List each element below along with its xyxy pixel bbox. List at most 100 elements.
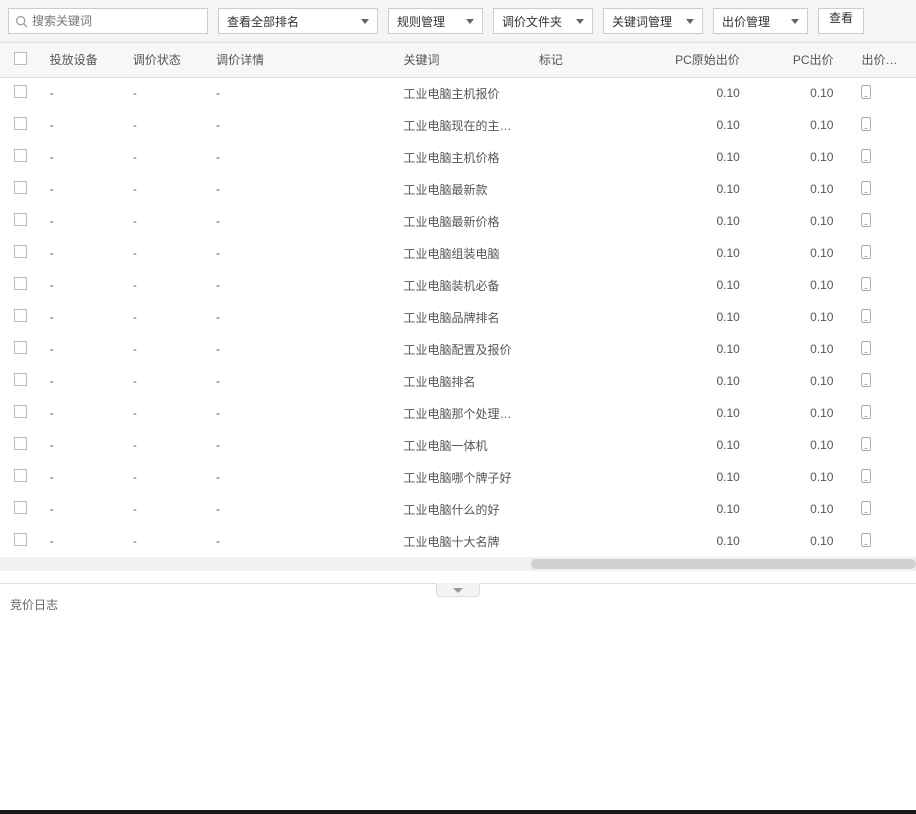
- mobile-icon: [861, 309, 871, 323]
- table-row[interactable]: ---工业电脑品牌排名0.100.10: [0, 301, 916, 333]
- table-row[interactable]: ---工业电脑十大名牌0.100.10: [0, 525, 916, 557]
- header-status[interactable]: 调价状态: [125, 43, 208, 77]
- row-checkbox[interactable]: [14, 149, 27, 162]
- cell-tag: [531, 493, 666, 525]
- cell-ratio: [853, 525, 916, 557]
- horizontal-scrollbar[interactable]: [0, 557, 916, 571]
- cell-status: -: [125, 269, 208, 301]
- cell-ratio: [853, 205, 916, 237]
- row-checkbox[interactable]: [14, 533, 27, 546]
- cell-pc-original: 0.10: [666, 77, 760, 109]
- cell-keyword: 工业电脑主机报价: [396, 77, 531, 109]
- row-checkbox[interactable]: [14, 85, 27, 98]
- header-pc-bid[interactable]: PC出价: [760, 43, 854, 77]
- cell-pc-original: 0.10: [666, 237, 760, 269]
- bid-mgmt-dropdown[interactable]: 出价管理: [713, 8, 808, 34]
- table-row[interactable]: ---工业电脑现在的主流配0.100.10: [0, 109, 916, 141]
- cell-tag: [531, 301, 666, 333]
- mobile-icon: [861, 117, 871, 131]
- cell-pc-bid: 0.10: [760, 77, 854, 109]
- keyword-mgmt-dropdown[interactable]: 关键词管理: [603, 8, 703, 34]
- header-tag[interactable]: 标记: [531, 43, 666, 77]
- header-pc-original[interactable]: PC原始出价: [666, 43, 760, 77]
- row-checkbox[interactable]: [14, 373, 27, 386]
- cell-ratio: [853, 333, 916, 365]
- cell-device: -: [42, 141, 125, 173]
- cell-status: -: [125, 109, 208, 141]
- cell-pc-original: 0.10: [666, 141, 760, 173]
- cell-ratio: [853, 237, 916, 269]
- cell-pc-original: 0.10: [666, 525, 760, 557]
- cell-tag: [531, 429, 666, 461]
- cell-ratio: [853, 429, 916, 461]
- table-row[interactable]: ---工业电脑最新款0.100.10: [0, 173, 916, 205]
- table-row[interactable]: ---工业电脑那个处理器好0.100.10: [0, 397, 916, 429]
- cell-status: -: [125, 525, 208, 557]
- row-checkbox[interactable]: [14, 245, 27, 258]
- table-row[interactable]: ---工业电脑什么的好0.100.10: [0, 493, 916, 525]
- cell-ratio: [853, 173, 916, 205]
- cell-device: -: [42, 365, 125, 397]
- ranking-dropdown[interactable]: 查看全部排名: [218, 8, 378, 34]
- row-checkbox[interactable]: [14, 309, 27, 322]
- folder-mgmt-label: 调价文件夹: [502, 13, 562, 30]
- rule-mgmt-dropdown[interactable]: 规则管理: [388, 8, 483, 34]
- select-all-checkbox[interactable]: [14, 52, 27, 65]
- table-row[interactable]: ---工业电脑排名0.100.10: [0, 365, 916, 397]
- cell-pc-bid: 0.10: [760, 301, 854, 333]
- row-checkbox[interactable]: [14, 405, 27, 418]
- row-checkbox[interactable]: [14, 341, 27, 354]
- collapse-handle[interactable]: [436, 583, 480, 597]
- row-checkbox[interactable]: [14, 501, 27, 514]
- header-device[interactable]: 投放设备: [42, 43, 125, 77]
- ranking-dropdown-label: 查看全部排名: [227, 13, 299, 30]
- mobile-icon: [861, 213, 871, 227]
- cell-device: -: [42, 461, 125, 493]
- mobile-icon: [861, 277, 871, 291]
- table-row[interactable]: ---工业电脑装机必备0.100.10: [0, 269, 916, 301]
- table-row[interactable]: ---工业电脑主机报价0.100.10: [0, 77, 916, 109]
- row-checkbox[interactable]: [14, 117, 27, 130]
- cell-status: -: [125, 141, 208, 173]
- view-button[interactable]: 查看: [818, 8, 864, 34]
- cell-keyword: 工业电脑品牌排名: [396, 301, 531, 333]
- cell-detail: -: [208, 333, 395, 365]
- table-row[interactable]: ---工业电脑组装电脑0.100.10: [0, 237, 916, 269]
- scrollbar-thumb[interactable]: [531, 559, 916, 569]
- mobile-icon: [861, 85, 871, 99]
- header-checkbox-cell: [0, 43, 42, 77]
- header-bid-ratio[interactable]: 出价比例: [853, 43, 916, 77]
- row-checkbox[interactable]: [14, 277, 27, 290]
- cell-status: -: [125, 365, 208, 397]
- cell-keyword: 工业电脑什么的好: [396, 493, 531, 525]
- search-box[interactable]: [8, 8, 208, 34]
- cell-detail: -: [208, 301, 395, 333]
- mobile-icon: [861, 437, 871, 451]
- row-checkbox[interactable]: [14, 181, 27, 194]
- header-keyword[interactable]: 关键词: [396, 43, 531, 77]
- table-row[interactable]: ---工业电脑最新价格0.100.10: [0, 205, 916, 237]
- table-row[interactable]: ---工业电脑一体机0.100.10: [0, 429, 916, 461]
- cell-ratio: [853, 141, 916, 173]
- table-row[interactable]: ---工业电脑主机价格0.100.10: [0, 141, 916, 173]
- table-row[interactable]: ---工业电脑哪个牌子好0.100.10: [0, 461, 916, 493]
- cell-tag: [531, 205, 666, 237]
- header-detail[interactable]: 调价详情: [208, 43, 395, 77]
- cell-keyword: 工业电脑装机必备: [396, 269, 531, 301]
- cell-detail: -: [208, 173, 395, 205]
- cell-status: -: [125, 397, 208, 429]
- row-checkbox[interactable]: [14, 469, 27, 482]
- search-input[interactable]: [32, 14, 201, 28]
- cell-status: -: [125, 205, 208, 237]
- caret-down-icon: [686, 19, 694, 24]
- cell-device: -: [42, 109, 125, 141]
- cell-status: -: [125, 429, 208, 461]
- cell-tag: [531, 77, 666, 109]
- cell-ratio: [853, 493, 916, 525]
- row-checkbox[interactable]: [14, 213, 27, 226]
- cell-device: -: [42, 301, 125, 333]
- table-row[interactable]: ---工业电脑配置及报价0.100.10: [0, 333, 916, 365]
- caret-down-icon: [576, 19, 584, 24]
- row-checkbox[interactable]: [14, 437, 27, 450]
- folder-mgmt-dropdown[interactable]: 调价文件夹: [493, 8, 593, 34]
